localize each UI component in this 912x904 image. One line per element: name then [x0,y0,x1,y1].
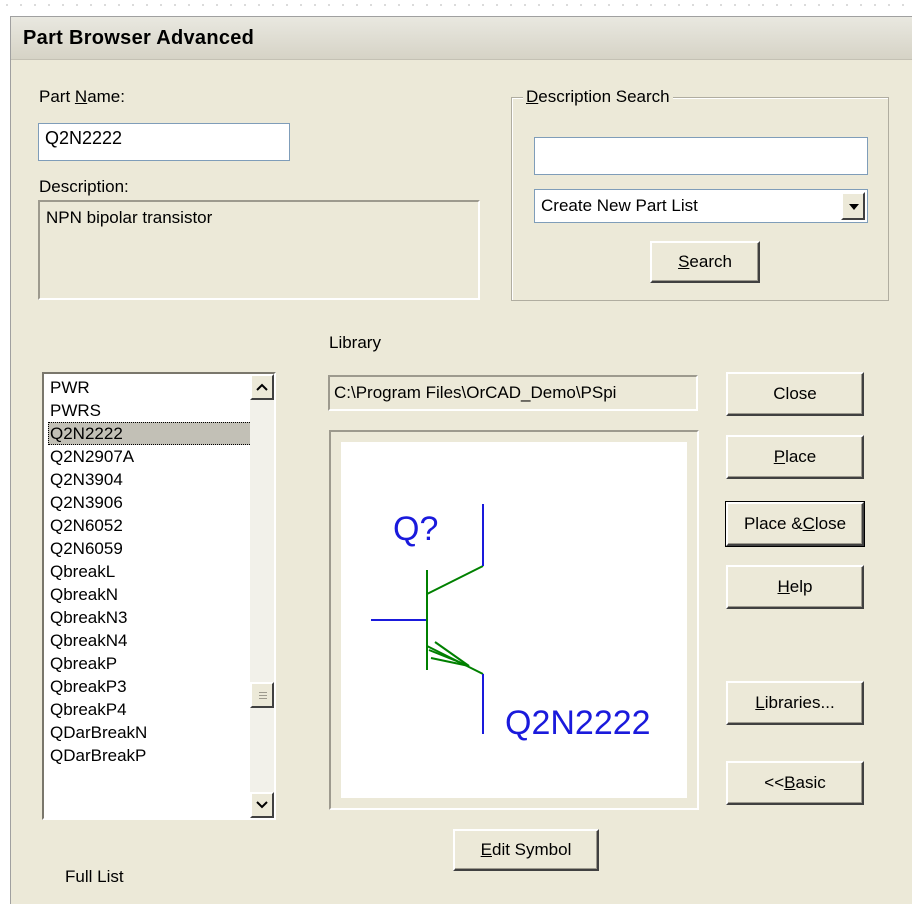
transistor-symbol: Q? Q2N2222 [371,504,651,742]
close-button[interactable]: Close [726,372,864,416]
description-label: Description: [39,177,129,196]
list-item[interactable]: PWRS [48,399,258,422]
list-item[interactable]: QDarBreakP [48,744,258,767]
libraries-button[interactable]: Libraries... [726,681,864,725]
desktop-edge [0,0,912,10]
symbol-preview-frame: Q? Q2N2222 [329,430,699,810]
dropdown-selected-value: Create New Part List [541,196,698,215]
description-text: NPN bipolar transistor [46,208,213,227]
list-item[interactable]: Q2N3906 [48,491,258,514]
basic-button[interactable]: << Basic [726,761,864,805]
help-button[interactable]: Help [726,565,864,609]
chevron-down-icon [256,801,268,809]
list-item[interactable]: QbreakN [48,583,258,606]
title-bar: Part Browser Advanced [11,17,912,60]
chevron-up-icon [256,383,268,391]
part-name-label: Part Name: [39,87,125,106]
part-name-input[interactable]: Q2N2222 [38,123,290,161]
description-box: NPN bipolar transistor [38,200,480,300]
list-item[interactable]: Q2N6059 [48,537,258,560]
list-item[interactable]: QDarBreakN [48,721,258,744]
list-item[interactable]: QbreakN4 [48,629,258,652]
place-button[interactable]: Place [726,435,864,479]
list-item[interactable]: Q2N2222 [48,422,258,445]
chevron-down-icon[interactable] [841,192,865,220]
list-item[interactable]: QbreakP [48,652,258,675]
list-item[interactable]: QbreakP3 [48,675,258,698]
list-item[interactable]: Q2N6052 [48,514,258,537]
scroll-thumb[interactable] [250,682,274,708]
list-item[interactable]: QbreakN3 [48,606,258,629]
list-item[interactable]: Q2N2907A [48,445,258,468]
ref-designator: Q? [393,510,438,548]
edit-symbol-button[interactable]: Edit Symbol [453,829,599,871]
full-list-label: Full List [65,867,124,886]
part-list-items: PWR PWRS Q2N2222 Q2N2907A Q2N3904 Q2N3906 Q2N6… [48,376,258,767]
description-search-label: Description Search [523,87,673,107]
place-and-close-button[interactable]: Place & Close [725,501,865,547]
part-list-scrollbar[interactable] [250,374,274,818]
list-item[interactable]: PWR [48,376,258,399]
part-browser-dialog: Part Browser Advanced Part Name: Q2N2222… [10,16,912,904]
scroll-up-button[interactable] [250,374,274,400]
description-search-input[interactable] [534,137,868,175]
library-path-box: C:\Program Files\OrCAD_Demo\PSpi [328,375,698,411]
list-item[interactable]: Q2N3904 [48,468,258,491]
symbol-preview: Q? Q2N2222 [341,442,687,798]
library-path: C:\Program Files\OrCAD_Demo\PSpi [334,383,617,402]
window-title: Part Browser Advanced [23,27,255,49]
list-item[interactable]: QbreakP4 [48,698,258,721]
part-list-mode-dropdown[interactable]: Create New Part List [534,189,868,223]
part-list[interactable]: PWR PWRS Q2N2222 Q2N2907A Q2N3904 Q2N3906 Q2N6… [42,372,276,820]
scroll-down-button[interactable] [250,792,274,818]
search-button[interactable]: Search [650,241,760,283]
part-value: Q2N2222 [505,704,651,742]
library-label: Library [329,333,381,352]
list-item[interactable]: QbreakL [48,560,258,583]
